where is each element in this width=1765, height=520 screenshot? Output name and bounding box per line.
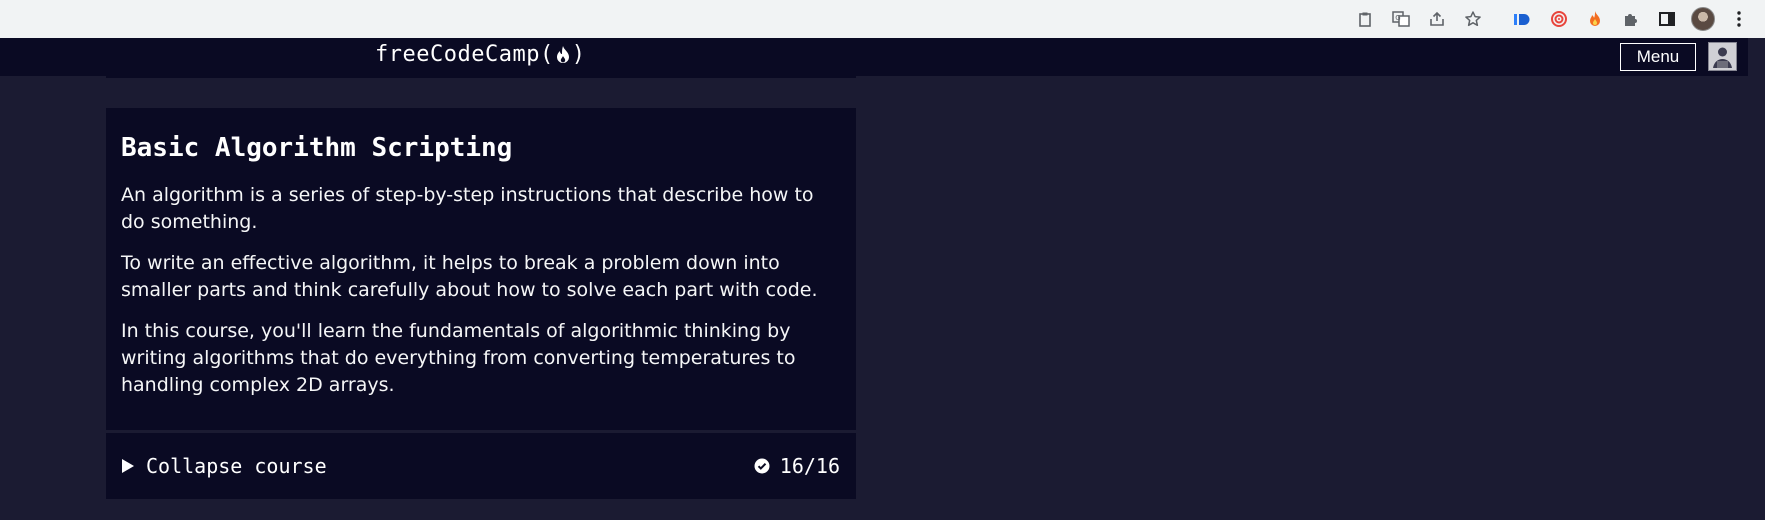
progress-count: 16/16 bbox=[779, 454, 840, 478]
previous-section-edge bbox=[106, 76, 856, 78]
kebab-menu-icon[interactable] bbox=[1727, 7, 1751, 31]
browser-toolbar: G bbox=[0, 0, 1765, 38]
bookmark-star-icon[interactable] bbox=[1461, 7, 1485, 31]
logo-text: freeCodeCamp( bbox=[375, 42, 554, 67]
extension-id-icon[interactable] bbox=[1511, 7, 1535, 31]
collapse-course-button[interactable]: Collapse course bbox=[122, 454, 327, 478]
fcc-logo[interactable]: freeCodeCamp( ) bbox=[375, 42, 585, 67]
course-description-2: To write an effective algorithm, it help… bbox=[121, 252, 818, 301]
browser-toolbar-icons: G bbox=[1347, 0, 1765, 38]
flame-icon bbox=[555, 45, 571, 65]
site-navbar: freeCodeCamp( ) Menu bbox=[0, 38, 1765, 76]
collapse-course-label: Collapse course bbox=[146, 454, 327, 478]
profile-avatar-image bbox=[1691, 7, 1715, 31]
clipboard-icon[interactable] bbox=[1353, 7, 1377, 31]
check-circle-icon bbox=[754, 458, 770, 474]
page-scrollbar[interactable] bbox=[1748, 38, 1765, 520]
puzzle-icon[interactable] bbox=[1619, 7, 1643, 31]
profile-avatar[interactable] bbox=[1691, 7, 1715, 31]
course-description-1: An algorithm is a series of step-by-step… bbox=[121, 184, 814, 233]
logo-text-end: ) bbox=[571, 42, 586, 67]
user-avatar[interactable] bbox=[1708, 42, 1737, 71]
extension-fire-icon[interactable] bbox=[1583, 7, 1607, 31]
course-title: Basic Algorithm Scripting bbox=[121, 133, 513, 163]
side-panel-icon[interactable] bbox=[1655, 7, 1679, 31]
extension-target-icon[interactable] bbox=[1547, 7, 1571, 31]
course-toggle-bar[interactable]: Collapse course 16/16 bbox=[106, 433, 856, 499]
course-description-3: In this course, you'll learn the fundame… bbox=[121, 320, 796, 396]
caret-right-icon bbox=[122, 459, 134, 473]
avatar-icon bbox=[1709, 43, 1736, 70]
translate-icon[interactable]: G bbox=[1389, 7, 1413, 31]
svg-text:G: G bbox=[1395, 14, 1400, 22]
share-icon[interactable] bbox=[1425, 7, 1449, 31]
course-progress: 16/16 bbox=[754, 454, 840, 478]
course-intro-card: Basic Algorithm Scripting An algorithm i… bbox=[106, 108, 856, 430]
menu-button[interactable]: Menu bbox=[1620, 43, 1696, 71]
